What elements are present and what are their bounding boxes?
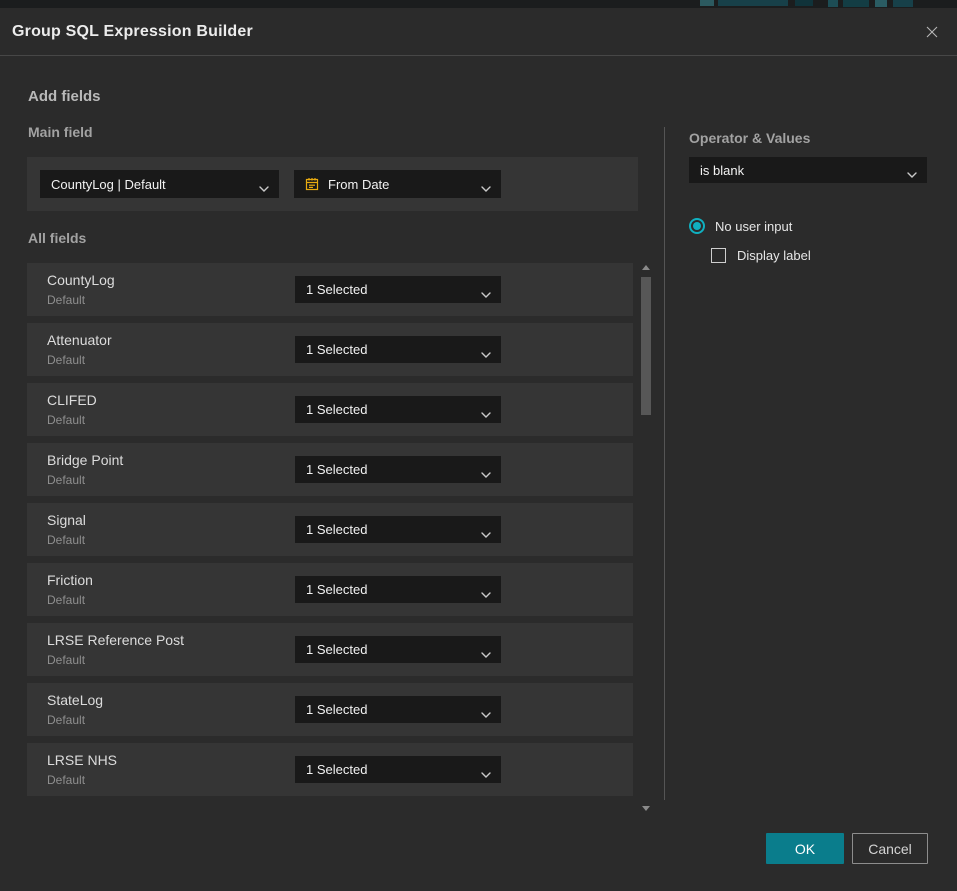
field-subtitle: Default (47, 293, 85, 307)
chevron-down-icon (481, 707, 491, 714)
field-selection-value: 1 Selected (306, 582, 367, 597)
field-selection-select[interactable]: 1 Selected (295, 276, 501, 303)
all-fields-list: CountyLog Default 1 Selected Attenuator … (27, 263, 633, 803)
field-selection-select[interactable]: 1 Selected (295, 636, 501, 663)
field-selection-value: 1 Selected (306, 342, 367, 357)
field-selection-select[interactable]: 1 Selected (295, 456, 501, 483)
field-row[interactable]: Friction Default 1 Selected (27, 563, 633, 616)
chevron-down-icon (481, 407, 491, 414)
field-selection-select[interactable]: 1 Selected (295, 756, 501, 783)
field-name: StateLog (47, 692, 103, 708)
field-selection-value: 1 Selected (306, 762, 367, 777)
cancel-button[interactable]: Cancel (852, 833, 928, 864)
field-row[interactable]: LRSE Reference Post Default 1 Selected (27, 623, 633, 676)
calendar-date-icon (304, 176, 320, 192)
field-row[interactable]: Attenuator Default 1 Selected (27, 323, 633, 376)
field-selection-select[interactable]: 1 Selected (295, 576, 501, 603)
scrollbar-thumb[interactable] (641, 277, 651, 415)
close-button[interactable] (923, 23, 941, 41)
chevron-down-icon (907, 167, 917, 174)
field-selection-value: 1 Selected (306, 462, 367, 477)
field-name: LRSE NHS (47, 752, 117, 768)
chevron-down-icon (481, 767, 491, 774)
app-screen: Group SQL Expression Builder Add fields … (0, 0, 957, 891)
field-selection-value: 1 Selected (306, 282, 367, 297)
background-app-fragment (700, 0, 714, 6)
field-subtitle: Default (47, 713, 85, 727)
background-app-fragment (718, 0, 788, 6)
background-app-fragment (875, 0, 887, 7)
field-selection-value: 1 Selected (306, 702, 367, 717)
field-name: LRSE Reference Post (47, 632, 184, 648)
chevron-down-icon (481, 287, 491, 294)
field-name: CountyLog (47, 272, 115, 288)
field-subtitle: Default (47, 353, 85, 367)
field-row[interactable]: StateLog Default 1 Selected (27, 683, 633, 736)
field-name: CLIFED (47, 392, 97, 408)
display-label-label: Display label (737, 248, 811, 263)
field-selection-value: 1 Selected (306, 402, 367, 417)
chevron-down-icon (481, 587, 491, 594)
field-subtitle: Default (47, 773, 85, 787)
background-app-fragment (795, 0, 813, 6)
close-icon (923, 29, 941, 44)
operator-value: is blank (700, 163, 744, 178)
field-selection-select[interactable]: 1 Selected (295, 696, 501, 723)
list-scrollbar[interactable] (641, 263, 651, 811)
field-name: Attenuator (47, 332, 112, 348)
chevron-down-icon (481, 527, 491, 534)
scroll-up-arrow-icon[interactable] (642, 265, 650, 270)
all-fields-label: All fields (28, 230, 86, 246)
field-selection-value: 1 Selected (306, 642, 367, 657)
display-label-checkbox[interactable]: Display label (711, 248, 811, 263)
scroll-down-arrow-icon[interactable] (642, 806, 650, 811)
background-app-fragment (893, 0, 913, 7)
ok-button[interactable]: OK (766, 833, 844, 864)
main-field-source-select[interactable]: CountyLog | Default (40, 170, 279, 198)
chevron-down-icon (481, 347, 491, 354)
chevron-down-icon (481, 647, 491, 654)
add-fields-heading: Add fields (28, 88, 101, 105)
field-subtitle: Default (47, 413, 85, 427)
field-row[interactable]: LRSE NHS Default 1 Selected (27, 743, 633, 796)
field-name: Friction (47, 572, 93, 588)
main-field-panel: CountyLog | Default (27, 157, 638, 211)
main-field-label: Main field (28, 124, 93, 140)
field-row[interactable]: CLIFED Default 1 Selected (27, 383, 633, 436)
field-selection-value: 1 Selected (306, 522, 367, 537)
chevron-down-icon (481, 467, 491, 474)
field-subtitle: Default (47, 533, 85, 547)
field-selection-select[interactable]: 1 Selected (295, 396, 501, 423)
field-selection-select[interactable]: 1 Selected (295, 516, 501, 543)
background-app-fragment (843, 0, 869, 7)
no-user-input-radio[interactable]: No user input (689, 218, 792, 234)
sql-expression-builder-dialog: Group SQL Expression Builder Add fields … (0, 8, 957, 891)
operator-values-heading: Operator & Values (689, 130, 810, 146)
field-selection-select[interactable]: 1 Selected (295, 336, 501, 363)
no-user-input-label: No user input (715, 219, 792, 234)
field-subtitle: Default (47, 473, 85, 487)
field-row[interactable]: Signal Default 1 Selected (27, 503, 633, 556)
panel-divider (664, 127, 665, 800)
field-subtitle: Default (47, 653, 85, 667)
main-field-source-value: CountyLog | Default (51, 177, 166, 192)
main-field-field-select[interactable]: From Date (294, 170, 501, 198)
chevron-down-icon (481, 181, 491, 188)
operator-select[interactable]: is blank (689, 157, 927, 183)
chevron-down-icon (259, 181, 269, 188)
checkbox-unchecked-icon (711, 248, 726, 263)
field-row[interactable]: CountyLog Default 1 Selected (27, 263, 633, 316)
field-name: Bridge Point (47, 452, 123, 468)
field-subtitle: Default (47, 593, 85, 607)
radio-selected-icon (689, 218, 705, 234)
main-field-field-value: From Date (328, 177, 389, 192)
dialog-title: Group SQL Expression Builder (12, 8, 253, 56)
field-row[interactable]: Bridge Point Default 1 Selected (27, 443, 633, 496)
background-app-fragment (828, 0, 838, 7)
dialog-header: Group SQL Expression Builder (0, 8, 957, 56)
field-name: Signal (47, 512, 86, 528)
